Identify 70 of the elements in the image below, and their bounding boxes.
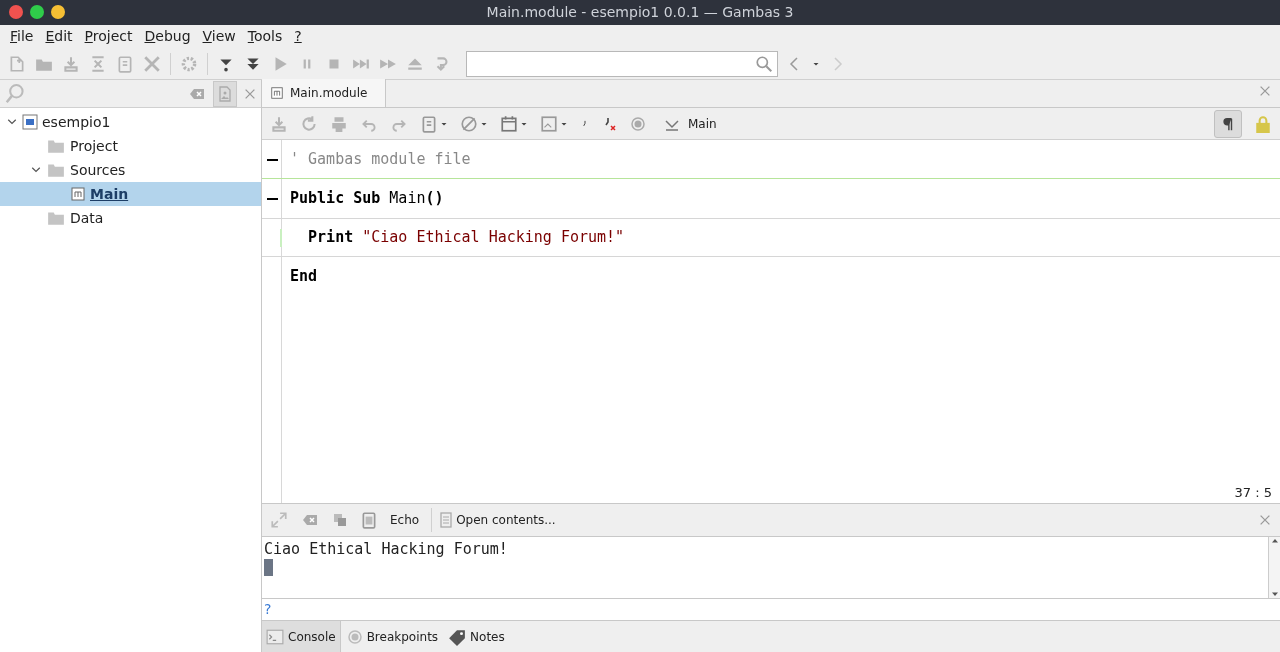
tree-item[interactable]: esempio1 [0, 110, 261, 134]
folder-icon [46, 209, 66, 227]
reload-icon[interactable] [300, 114, 318, 133]
breakpoint-icon[interactable] [630, 115, 646, 132]
search-icon[interactable] [4, 82, 26, 105]
module-icon [70, 186, 86, 202]
clipboard-icon[interactable] [420, 114, 438, 133]
download-icon[interactable] [62, 54, 80, 73]
clipboard-icon[interactable] [360, 511, 378, 529]
open-contents-button[interactable]: Open contents... [438, 511, 556, 529]
tree-item[interactable]: Sources [0, 158, 261, 182]
folder-icon [46, 137, 66, 155]
module-icon [270, 86, 284, 100]
panel-tab[interactable]: Console [262, 621, 341, 652]
new-file-icon[interactable] [8, 54, 26, 73]
window-control-button[interactable] [51, 5, 65, 19]
procedure-selector[interactable]: Main [664, 114, 717, 133]
tree-item[interactable]: Project [0, 134, 261, 158]
copy-icon[interactable] [332, 512, 348, 528]
close-icon[interactable] [1258, 84, 1272, 98]
menu-item[interactable]: Tools [241, 26, 289, 47]
clear-icon[interactable] [300, 512, 320, 528]
menu-item[interactable]: View [196, 26, 242, 47]
console-output: Ciao Ethical Hacking Forum! [264, 539, 509, 559]
terminal-icon [266, 627, 284, 646]
cursor-position: 37 : 5 [1233, 483, 1273, 502]
compile-icon[interactable] [89, 54, 107, 73]
window-control-button[interactable] [30, 5, 44, 19]
arrow-down-icon[interactable] [1270, 590, 1279, 598]
image-file-icon [217, 85, 233, 102]
print-icon[interactable] [330, 114, 348, 133]
panel-tab[interactable]: Notes [444, 621, 509, 652]
save-icon[interactable] [270, 114, 288, 133]
close-icon[interactable] [1258, 513, 1272, 527]
project-icon [22, 114, 38, 130]
menu-item[interactable]: ? [288, 26, 308, 47]
editor-tab[interactable]: Main.module [262, 79, 386, 107]
pilcrow-icon [1221, 115, 1235, 132]
arrow-up-icon[interactable] [1270, 537, 1279, 545]
search-icon [755, 54, 773, 73]
search-field[interactable] [466, 50, 778, 77]
folder-icon [46, 161, 66, 179]
tree-item[interactable]: Data [0, 206, 261, 230]
code-line: ' Gambas module file [290, 149, 471, 171]
menu-item[interactable]: Project [78, 26, 139, 47]
code-line: Print "Ciao Ethical Hacking Forum!" [307, 227, 625, 249]
panel-tab[interactable]: Breakpoints [342, 621, 443, 652]
code-line: Public Sub Main() [290, 188, 444, 210]
tag-icon [448, 627, 467, 646]
file-view-button[interactable] [213, 80, 237, 107]
text-cursor [264, 559, 273, 576]
window-control-button[interactable] [9, 5, 23, 19]
window-title: Main.module - esempio1 0.0.1 — Gambas 3 [486, 3, 794, 22]
echo-button[interactable]: Echo [390, 511, 420, 529]
lock-icon[interactable] [1254, 114, 1272, 133]
tree-item[interactable]: Main [0, 182, 261, 206]
breakpoint-icon [346, 628, 363, 645]
menu-item[interactable]: Debug [138, 26, 197, 47]
console-input[interactable]: ? [262, 599, 1280, 621]
menu-item[interactable]: Edit [39, 26, 79, 47]
code-line: End [290, 266, 318, 288]
clipboard-icon[interactable] [116, 54, 134, 73]
formatting-marks-button[interactable] [1214, 109, 1242, 138]
expand-icon[interactable] [270, 511, 288, 529]
menu-item[interactable]: File [4, 26, 40, 47]
fold-marker[interactable] [266, 158, 278, 161]
calendar-icon[interactable] [500, 114, 518, 133]
scrollbar[interactable] [1268, 537, 1280, 598]
document-icon [438, 511, 455, 529]
fold-marker[interactable] [266, 197, 278, 200]
